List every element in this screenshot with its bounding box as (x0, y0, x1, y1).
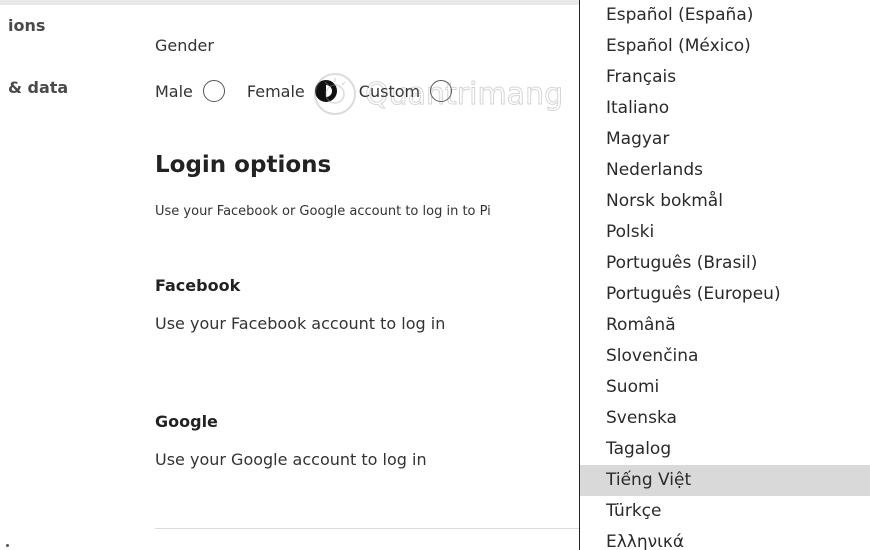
gender-female-label: Female (246, 81, 305, 101)
language-option[interactable]: Português (Brasil) (580, 248, 870, 279)
language-option[interactable]: Slovenčina (580, 341, 870, 372)
google-title: Google (155, 412, 218, 431)
language-option[interactable]: Português (Europeu) (580, 279, 870, 310)
google-description: Use your Google account to log in (155, 450, 427, 469)
gender-label: Gender (155, 36, 214, 55)
language-option[interactable]: Nederlands (580, 155, 870, 186)
facebook-title: Facebook (155, 276, 241, 295)
language-option[interactable]: Français (580, 62, 870, 93)
login-options-title: Login options (155, 152, 332, 178)
language-option-highlighted[interactable]: Tiếng Việt (580, 465, 870, 496)
language-option[interactable]: Polski (580, 217, 870, 248)
sidebar-item-privacy-data[interactable]: & data (8, 78, 68, 97)
sidebar-item-options[interactable]: ions (8, 16, 45, 35)
gender-female-radio[interactable] (314, 80, 337, 102)
sidebar-bullet (6, 544, 9, 547)
language-option[interactable]: Ελληνικά (580, 527, 870, 550)
language-option[interactable]: Magyar (580, 124, 870, 155)
login-options-description: Use your Facebook or Google account to l… (155, 204, 491, 219)
gender-custom-radio[interactable] (430, 80, 453, 102)
gender-male-label: Male (155, 81, 193, 101)
language-option[interactable]: Suomi (580, 372, 870, 403)
language-option[interactable]: Tagalog (580, 434, 870, 465)
language-option[interactable]: Svenska (580, 403, 870, 434)
language-option[interactable]: Italiano (580, 93, 870, 124)
language-option[interactable]: Español (México) (580, 31, 870, 62)
facebook-description: Use your Facebook account to log in (155, 314, 446, 333)
language-option[interactable]: Română (580, 310, 870, 341)
section-divider (155, 528, 580, 529)
settings-main: Gender Male Female Custom Login options … (155, 0, 580, 550)
settings-sidebar: ions & data (0, 0, 120, 550)
language-option[interactable]: Norsk bokmål (580, 186, 870, 217)
gender-custom-label: Custom (358, 81, 421, 101)
language-dropdown-menu[interactable]: Español (España) Español (México) França… (579, 0, 870, 550)
gender-male-radio[interactable] (202, 80, 225, 102)
language-option[interactable]: Türkçe (580, 496, 870, 527)
gender-radio-group: Male Female Custom (155, 76, 474, 106)
language-option[interactable]: Español (España) (580, 0, 870, 31)
